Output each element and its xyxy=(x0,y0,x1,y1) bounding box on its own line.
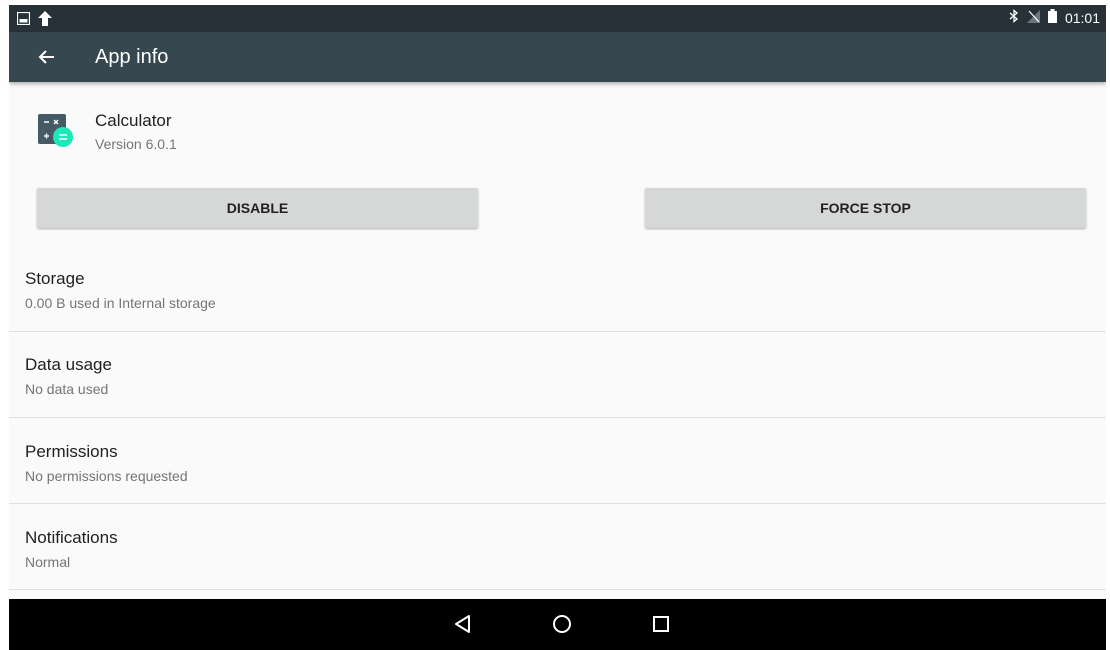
list-item-subtitle: No data used xyxy=(25,381,109,397)
arrow-back-icon[interactable] xyxy=(35,45,59,69)
list-item-title: Data usage xyxy=(25,355,112,374)
status-left-icons xyxy=(16,11,52,31)
recents-icon[interactable] xyxy=(649,612,673,636)
back-icon[interactable] xyxy=(451,612,475,636)
list-item-storage[interactable]: Storage 0.00 B used in Internal storage xyxy=(9,246,1106,332)
no-sim-icon xyxy=(1026,9,1040,26)
list-item-subtitle: 0.00 B used in Internal storage xyxy=(25,295,216,311)
frame-left xyxy=(0,0,9,650)
battery-icon xyxy=(1047,9,1057,26)
list-item-data-usage[interactable]: Data usage No data used xyxy=(9,332,1106,418)
status-time: 01:01 xyxy=(1064,9,1100,26)
list-item-title: Permissions xyxy=(25,442,118,461)
list-item-subtitle: No permissions requested xyxy=(25,468,188,484)
upload-icon xyxy=(38,11,52,31)
force-stop-button[interactable]: FORCE STOP xyxy=(645,188,1086,228)
app-bar: App info xyxy=(9,32,1106,82)
status-right-icons: 01:01 xyxy=(1009,9,1100,26)
app-name: Calculator xyxy=(95,111,172,130)
page-title: App info xyxy=(95,46,169,68)
frame-right xyxy=(1106,0,1110,650)
bluetooth-icon xyxy=(1009,9,1019,26)
list-item-subtitle: Normal xyxy=(25,554,71,570)
device-screen: 01:01 App info Calculator Version 6.0.1 … xyxy=(9,5,1106,650)
list-item-title: Notifications xyxy=(25,528,118,547)
navigation-bar xyxy=(9,599,1106,650)
app-header: Calculator Version 6.0.1 xyxy=(9,82,1106,180)
disable-button[interactable]: DISABLE xyxy=(37,188,478,228)
calculator-icon xyxy=(36,112,76,152)
list-item-notifications[interactable]: Notifications Normal xyxy=(9,504,1106,590)
list-item-permissions[interactable]: Permissions No permissions requested xyxy=(9,418,1106,504)
list-item-title: Storage xyxy=(25,269,85,288)
status-bar: 01:01 xyxy=(9,5,1106,32)
home-icon[interactable] xyxy=(550,612,574,636)
app-version: Version 6.0.1 xyxy=(95,136,177,152)
gallery-icon xyxy=(16,11,31,30)
